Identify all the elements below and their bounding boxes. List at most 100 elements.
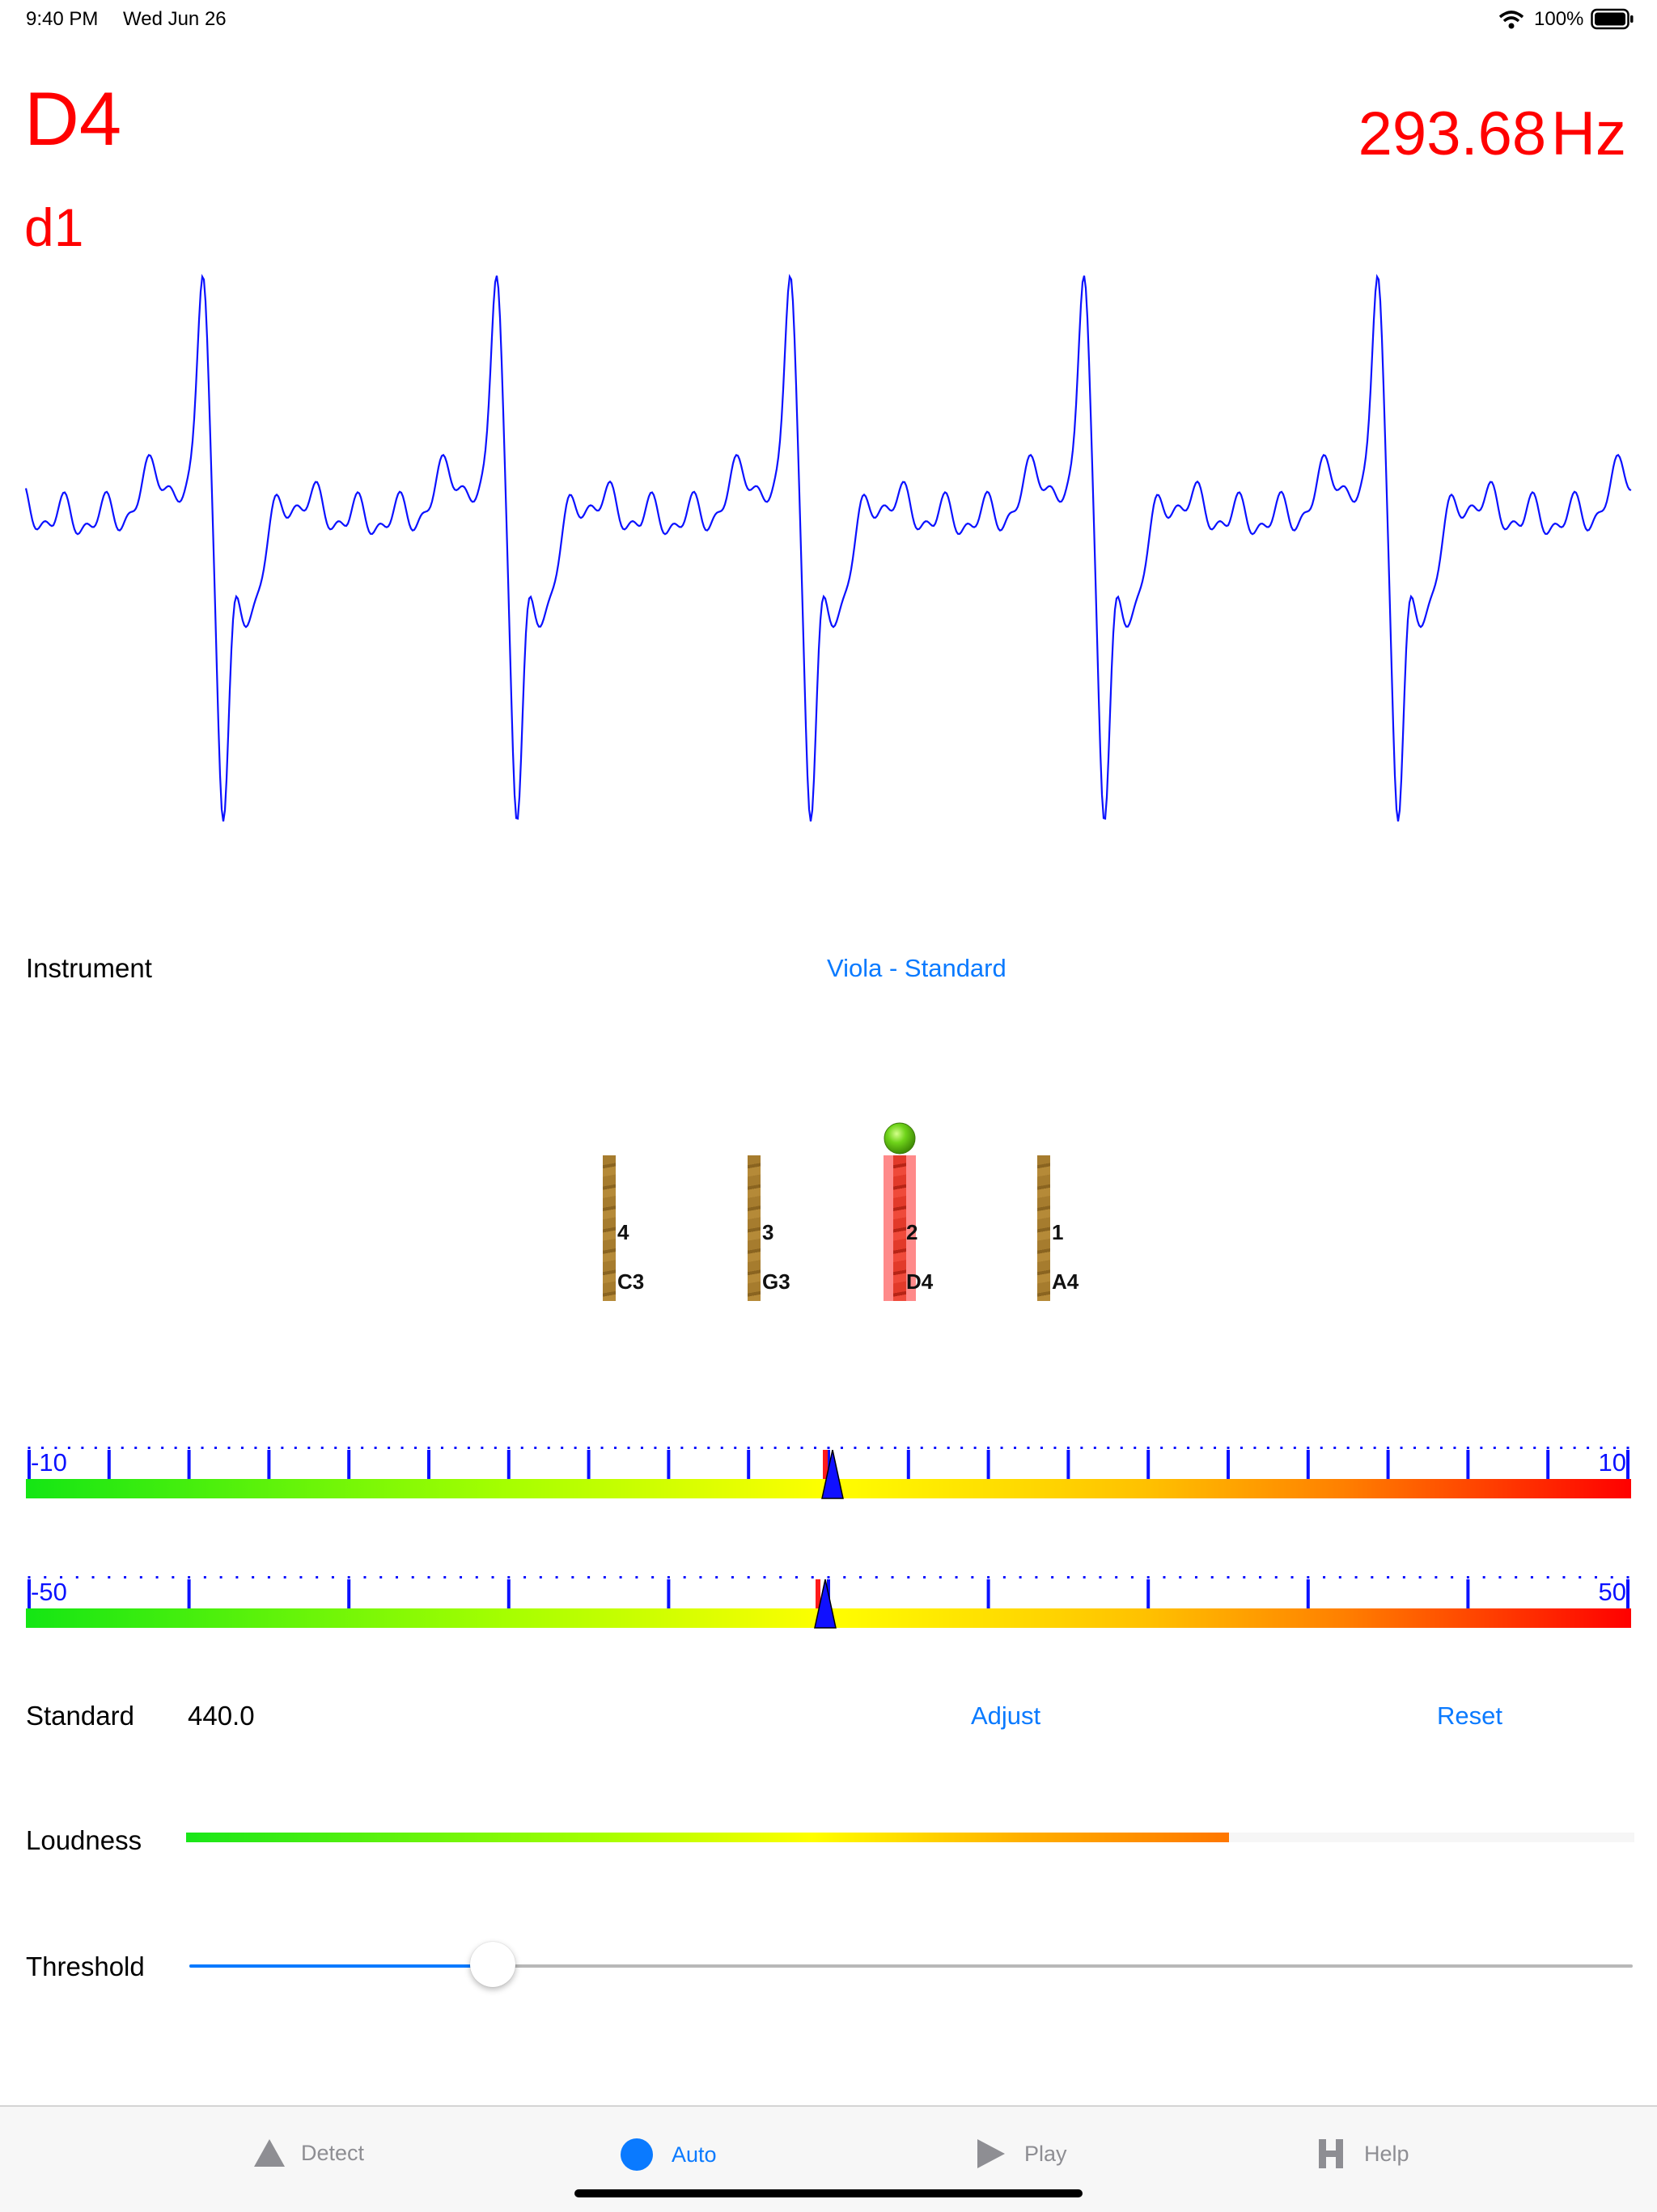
standard-value: 440.0 [188, 1701, 255, 1731]
loudness-label: Loudness [26, 1825, 142, 1855]
coarse-scale-minor-tick [971, 1576, 974, 1578]
tab-detect[interactable]: Detect [252, 2138, 364, 2168]
coarse-scale-minor-tick [1402, 1576, 1405, 1578]
fine-scale-minor-tick [1387, 1447, 1390, 1449]
string-number: 2 [906, 1220, 918, 1244]
coarse-scale-minor-tick [1290, 1576, 1294, 1578]
fine-scale-minor-tick [1227, 1447, 1230, 1449]
fine-scale-minor-tick [467, 1447, 470, 1449]
fine-scale-minor-tick [67, 1447, 70, 1449]
coarse-scale-minor-tick [155, 1576, 159, 1578]
coarse-scale-minor-tick [635, 1576, 638, 1578]
tab-help[interactable]: Help [1317, 2138, 1409, 2170]
coarse-scale-minor-tick [460, 1576, 463, 1578]
fine-scale-minor-tick [747, 1447, 750, 1449]
fine-min-label: -10 [31, 1448, 67, 1477]
fine-scale-minor-tick [227, 1447, 231, 1449]
threshold-slider-thumb[interactable] [469, 1942, 515, 1987]
coarse-scale-minor-tick [1546, 1576, 1549, 1578]
fine-scale-minor-tick [494, 1447, 497, 1449]
coarse-scale-minor-tick [1498, 1576, 1502, 1578]
instrument-label: Instrument [26, 953, 152, 983]
fine-scale-minor-tick [1373, 1447, 1376, 1449]
coarse-max-label: 50 [1598, 1578, 1626, 1606]
fine-scale-minor-tick [973, 1447, 977, 1449]
fine-scale-minor-tick [534, 1447, 537, 1449]
fine-scale-minor-tick [388, 1447, 391, 1449]
standard-label: Standard [26, 1701, 134, 1731]
coarse-scale-minor-tick [443, 1576, 447, 1578]
fine-scale-minor-tick [1307, 1447, 1310, 1449]
coarse-scale-minor-tick [1307, 1576, 1310, 1578]
coarse-scale-minor-tick [763, 1576, 766, 1578]
fine-scale-minor-tick [134, 1447, 138, 1449]
reset-button[interactable]: Reset [1437, 1701, 1502, 1731]
fine-scale-minor-tick [1053, 1447, 1057, 1449]
fine-scale-minor-tick [761, 1447, 764, 1449]
fine-scale-minor-tick [800, 1447, 803, 1449]
coarse-scale-minor-tick [252, 1576, 255, 1578]
coarse-scale-minor-tick [1210, 1576, 1214, 1578]
fine-scale-minor-tick [267, 1447, 270, 1449]
fine-scale-minor-tick [454, 1447, 457, 1449]
coarse-scale-minor-tick [1323, 1576, 1326, 1578]
coarse-scale-minor-tick [1371, 1576, 1374, 1578]
coarse-scale-minor-tick [1019, 1576, 1022, 1578]
fine-scale-minor-tick [680, 1447, 684, 1449]
coarse-scale-minor-tick [1435, 1576, 1438, 1578]
string-number: 3 [762, 1220, 774, 1244]
adjust-button[interactable]: Adjust [971, 1701, 1040, 1731]
fine-scale-minor-tick [1507, 1447, 1510, 1449]
fine-scale-minor-tick [547, 1447, 550, 1449]
coarse-scale-minor-tick [299, 1576, 303, 1578]
coarse-scale-minor-tick [1194, 1576, 1197, 1578]
coarse-scale-minor-tick [1243, 1576, 1246, 1578]
waveform-plot [24, 273, 1632, 822]
coarse-scale-minor-tick [1066, 1576, 1070, 1578]
fine-scale-minor-tick [1134, 1447, 1137, 1449]
fine-scale-minor-tick [147, 1447, 150, 1449]
fine-scale-minor-tick [627, 1447, 630, 1449]
coarse-scale-minor-tick [1466, 1576, 1469, 1578]
fine-scale-minor-tick [507, 1447, 511, 1449]
in-tune-indicator-icon [884, 1122, 916, 1155]
coarse-scale-minor-tick [1418, 1576, 1422, 1578]
tab-label: Play [1024, 2141, 1067, 2166]
coarse-scale-minor-tick [1354, 1576, 1358, 1578]
coarse-scale-minor-tick [1451, 1576, 1454, 1578]
coarse-scale-minor-tick [1259, 1576, 1262, 1578]
instrument-selector[interactable]: Viola - Standard [827, 954, 1006, 983]
fine-scale-minor-tick [1280, 1447, 1283, 1449]
fine-scale-minor-tick [1320, 1447, 1323, 1449]
fine-scale-minor-tick [1493, 1447, 1496, 1449]
coarse-min-label: -50 [31, 1578, 67, 1606]
fine-scale-minor-tick [880, 1447, 884, 1449]
coarse-scale-minor-tick [1146, 1576, 1150, 1578]
coarse-scale-minor-tick [108, 1576, 111, 1578]
detected-note: D4 [24, 76, 122, 161]
coarse-scale-minor-tick [859, 1576, 862, 1578]
coarse-scale-minor-tick [1594, 1576, 1597, 1578]
coarse-scale-minor-tick [1051, 1576, 1054, 1578]
loudness-meter-track [186, 1833, 1634, 1842]
fine-scale-minor-tick [1214, 1447, 1217, 1449]
fine-scale-minor-tick [1027, 1447, 1030, 1449]
coarse-scale-minor-tick [843, 1576, 846, 1578]
coarse-scale-minor-tick [923, 1576, 926, 1578]
coarse-scale-minor-tick [267, 1576, 270, 1578]
string-note: C3 [617, 1269, 645, 1294]
fine-scale-minor-tick [827, 1447, 830, 1449]
coarse-scale-minor-tick [1035, 1576, 1038, 1578]
circle-icon [621, 2138, 653, 2171]
fine-scale-minor-tick [947, 1447, 950, 1449]
tab-play[interactable]: Play [974, 2138, 1067, 2170]
frequency-unit: Hz [1551, 100, 1626, 168]
home-indicator [574, 2189, 1083, 2197]
fine-scale-minor-tick [188, 1447, 191, 1449]
fine-scale-minor-tick [854, 1447, 857, 1449]
tab-auto[interactable]: Auto [620, 2138, 717, 2172]
coarse-scale-minor-tick [1099, 1576, 1102, 1578]
coarse-scale-minor-tick [507, 1576, 511, 1578]
coarse-scale-minor-tick [91, 1576, 95, 1578]
threshold-slider[interactable] [189, 1942, 1633, 1987]
